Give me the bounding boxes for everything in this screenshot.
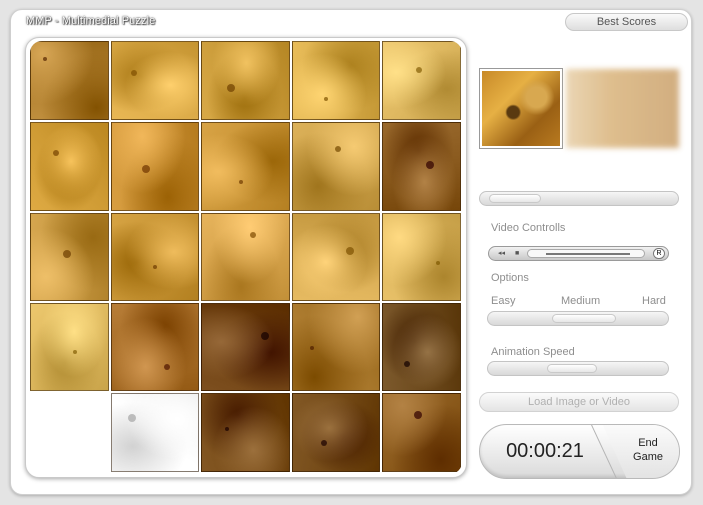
puzzle-board (30, 41, 462, 474)
texture-spot (227, 83, 236, 92)
difficulty-medium-label: Medium (561, 295, 601, 307)
difficulty-hard-label: Hard (642, 295, 666, 307)
puzzle-tile[interactable] (382, 393, 461, 472)
image-preview-frame (479, 68, 563, 149)
puzzle-tile[interactable] (382, 41, 461, 120)
puzzle-tile[interactable] (30, 303, 109, 391)
animation-speed-slider-thumb[interactable] (546, 364, 597, 373)
puzzle-tile[interactable] (201, 393, 290, 472)
puzzle-tile[interactable] (201, 303, 290, 391)
difficulty-slider-thumb[interactable] (551, 314, 616, 323)
stop-button[interactable]: ■ (515, 247, 519, 260)
texture-spot (426, 161, 435, 170)
puzzle-tile[interactable] (111, 393, 199, 472)
texture-spot (224, 427, 229, 432)
texture-spot (346, 246, 355, 255)
texture-spot (42, 57, 47, 62)
puzzle-tile[interactable] (30, 213, 109, 301)
game-timer: 00:00:21 (506, 440, 584, 462)
options-label: Options (491, 272, 529, 284)
puzzle-tile[interactable] (201, 122, 290, 211)
texture-spot (403, 360, 410, 367)
texture-spot (52, 149, 59, 156)
puzzle-tile[interactable] (111, 41, 199, 120)
video-seek-line (546, 253, 630, 255)
puzzle-tile[interactable] (111, 122, 199, 211)
video-preview (566, 69, 679, 148)
video-controls-label: Video Controlls (491, 222, 566, 234)
texture-spot (413, 410, 422, 419)
end-game-label[interactable]: End Game (625, 436, 671, 464)
texture-spot (249, 232, 256, 239)
best-scores-button[interactable]: Best Scores (565, 13, 688, 31)
difficulty-easy-label: Easy (491, 295, 516, 307)
app-title: MMP - Multimedial Puzzle (26, 15, 156, 27)
puzzle-tile[interactable] (201, 213, 290, 301)
texture-spot (238, 179, 243, 184)
texture-spot (153, 264, 158, 269)
timer-panel: 00:00:21 End Game (479, 424, 680, 479)
animation-speed-slider[interactable] (487, 361, 669, 376)
puzzle-tile[interactable] (111, 213, 199, 301)
puzzle-empty-slot (30, 393, 109, 472)
puzzle-tile[interactable] (292, 213, 380, 301)
texture-spot (323, 96, 328, 101)
texture-spot (335, 146, 342, 153)
puzzle-tile[interactable] (201, 41, 290, 120)
puzzle-tile[interactable] (382, 303, 461, 391)
texture-spot (321, 440, 328, 447)
texture-spot (416, 67, 423, 74)
texture-spot (436, 261, 441, 266)
load-image-or-video-button[interactable]: Load Image or Video (479, 392, 679, 412)
video-controls-bar: ◂◂ ■ R (488, 246, 669, 261)
texture-spot (128, 414, 137, 423)
texture-spot (142, 164, 151, 173)
animation-speed-label: Animation Speed (491, 346, 575, 358)
image-preview (482, 71, 560, 146)
puzzle-tile[interactable] (292, 41, 380, 120)
texture-spot (130, 70, 137, 77)
texture-spot (72, 349, 77, 354)
difficulty-slider[interactable] (487, 311, 669, 326)
progress-slider[interactable] (479, 191, 679, 206)
puzzle-tile[interactable] (30, 122, 109, 211)
video-seek-track[interactable] (527, 249, 645, 258)
texture-spot (62, 250, 71, 259)
puzzle-tile[interactable] (382, 213, 461, 301)
puzzle-tile[interactable] (292, 393, 380, 472)
puzzle-tile[interactable] (382, 122, 461, 211)
puzzle-tile[interactable] (292, 122, 380, 211)
texture-spot (261, 331, 270, 340)
rewind-button[interactable]: ◂◂ (498, 247, 505, 260)
puzzle-tile[interactable] (292, 303, 380, 391)
puzzle-tile[interactable] (30, 41, 109, 120)
texture-spot (164, 364, 171, 371)
texture-spot (310, 346, 315, 351)
repeat-button[interactable]: R (653, 248, 665, 259)
puzzle-tile[interactable] (111, 303, 199, 391)
progress-slider-thumb[interactable] (489, 194, 542, 203)
